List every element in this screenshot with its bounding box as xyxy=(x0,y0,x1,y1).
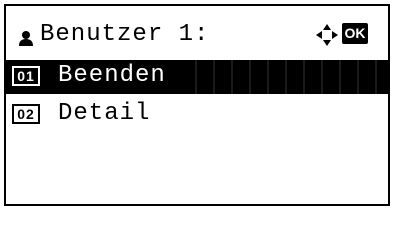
lcd-screen: Benutzer 1: OK 01 Beenden 02 Detail xyxy=(4,4,390,206)
page-title: Benutzer 1: xyxy=(40,21,210,48)
menu-item-label: Beenden xyxy=(58,62,166,89)
item-number-badge: 01 xyxy=(12,66,40,86)
ok-button[interactable]: OK xyxy=(342,23,368,44)
menu-item-label: Detail xyxy=(58,100,151,127)
menu-item-detail[interactable]: 02 Detail xyxy=(6,98,388,132)
four-way-arrow-icon[interactable] xyxy=(316,24,338,46)
menu-item-beenden[interactable]: 01 Beenden xyxy=(6,60,388,94)
item-number-badge: 02 xyxy=(12,104,40,124)
user-icon xyxy=(19,31,33,46)
title-bar: Benutzer 1: OK xyxy=(6,6,388,58)
